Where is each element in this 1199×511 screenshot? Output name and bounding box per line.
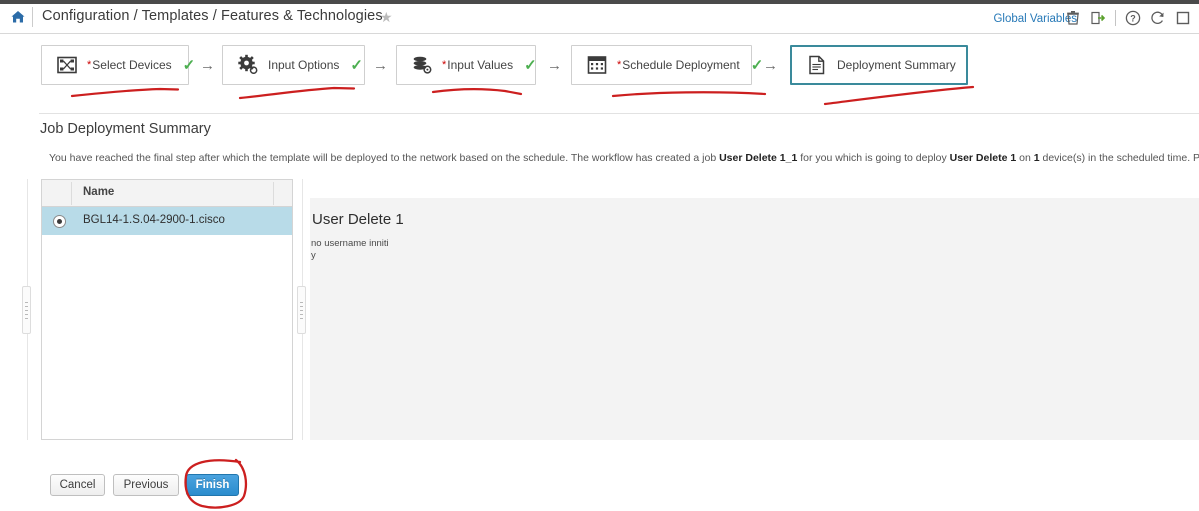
wizard-step-label: Select Devices: [92, 58, 172, 72]
database-gear-icon: [411, 54, 433, 76]
check-icon: ✓: [524, 56, 537, 74]
device-name-cell: BGL14-1.S.04-2900-1.cisco: [83, 214, 225, 226]
wizard-step-bar: * Select Devices ✓ → Input Options ✓ → *…: [0, 35, 1199, 113]
chevron-right-icon: →: [763, 57, 778, 74]
description-text-3: on: [1016, 152, 1034, 164]
chevron-right-icon: →: [200, 57, 215, 74]
description-text-4: device(s) in the scheduled time. Please …: [1042, 152, 1199, 164]
panel-description: You have reached the final step after wh…: [49, 151, 1199, 165]
help-icon[interactable]: ?: [1125, 10, 1141, 26]
row-radio-button[interactable]: [53, 215, 66, 228]
table-column-separator: [273, 182, 274, 205]
template-preview-panel: [310, 198, 1199, 440]
finish-button[interactable]: Finish: [186, 474, 239, 496]
header-icon-group: ?: [1065, 8, 1191, 28]
header-accent-strip: [0, 0, 1199, 4]
wizard-step-schedule-deployment[interactable]: * Schedule Deployment ✓: [571, 45, 763, 85]
required-marker: *: [617, 59, 622, 71]
header-icon-separator: [1115, 10, 1116, 26]
wizard-step-input-options[interactable]: Input Options ✓: [222, 45, 365, 85]
description-template-name: User Delete 1: [949, 152, 1017, 164]
gear-icon: [237, 54, 259, 76]
document-icon: [806, 54, 828, 76]
star-icon[interactable]: ★: [380, 10, 393, 24]
check-icon: ✓: [350, 56, 363, 74]
wizard-step-label: Deployment Summary: [837, 58, 956, 72]
table-column-separator: [71, 182, 72, 205]
top-header-bar: Configuration / Templates / Features & T…: [0, 0, 1199, 34]
device-table: Name BGL14-1.S.04-2900-1.cisco: [41, 179, 293, 440]
check-icon: ✓: [750, 56, 764, 74]
middle-splitter-handle[interactable]: [297, 286, 306, 334]
description-text-1: You have reached the final step after wh…: [49, 152, 720, 164]
preview-cli-content: no username inniti y: [311, 238, 389, 261]
required-marker: *: [87, 59, 92, 71]
wizard-step-select-devices[interactable]: * Select Devices ✓: [41, 45, 195, 85]
check-icon: ✓: [182, 56, 196, 74]
wizard-step-deployment-summary[interactable]: Deployment Summary: [790, 45, 968, 85]
breadcrumb-divider: [32, 7, 33, 27]
breadcrumb[interactable]: Configuration / Templates / Features & T…: [42, 8, 383, 24]
wizard-step-label: Input Values: [447, 58, 514, 72]
wizard-step-input-values[interactable]: * Input Values ✓: [396, 45, 537, 85]
description-job-name: User Delete 1_1: [719, 152, 798, 164]
preview-title: User Delete 1: [312, 211, 404, 228]
refresh-icon[interactable]: [1150, 10, 1166, 26]
wizard-step-label: Input Options: [268, 58, 340, 72]
trash-icon[interactable]: [1065, 10, 1081, 26]
chevron-right-icon: →: [547, 57, 562, 74]
previous-button[interactable]: Previous: [113, 474, 179, 496]
calendar-icon: [586, 54, 608, 76]
page-title: Job Deployment Summary: [40, 121, 211, 137]
panel-icon[interactable]: [1175, 10, 1191, 26]
svg-text:?: ?: [1130, 13, 1136, 23]
description-text-2: for you which is going to deploy: [797, 152, 950, 164]
wizard-step-label: Schedule Deployment: [622, 58, 740, 72]
chevron-right-icon: →: [373, 57, 388, 74]
table-header-row: Name: [42, 180, 292, 207]
required-marker: *: [442, 59, 447, 71]
table-row[interactable]: BGL14-1.S.04-2900-1.cisco: [42, 207, 292, 235]
left-splitter-handle[interactable]: [22, 286, 31, 334]
table-column-header-name[interactable]: Name: [83, 186, 114, 198]
home-icon[interactable]: [10, 9, 26, 25]
cancel-button[interactable]: Cancel: [50, 474, 105, 496]
export-icon[interactable]: [1090, 10, 1106, 26]
devices-icon: [56, 54, 78, 76]
